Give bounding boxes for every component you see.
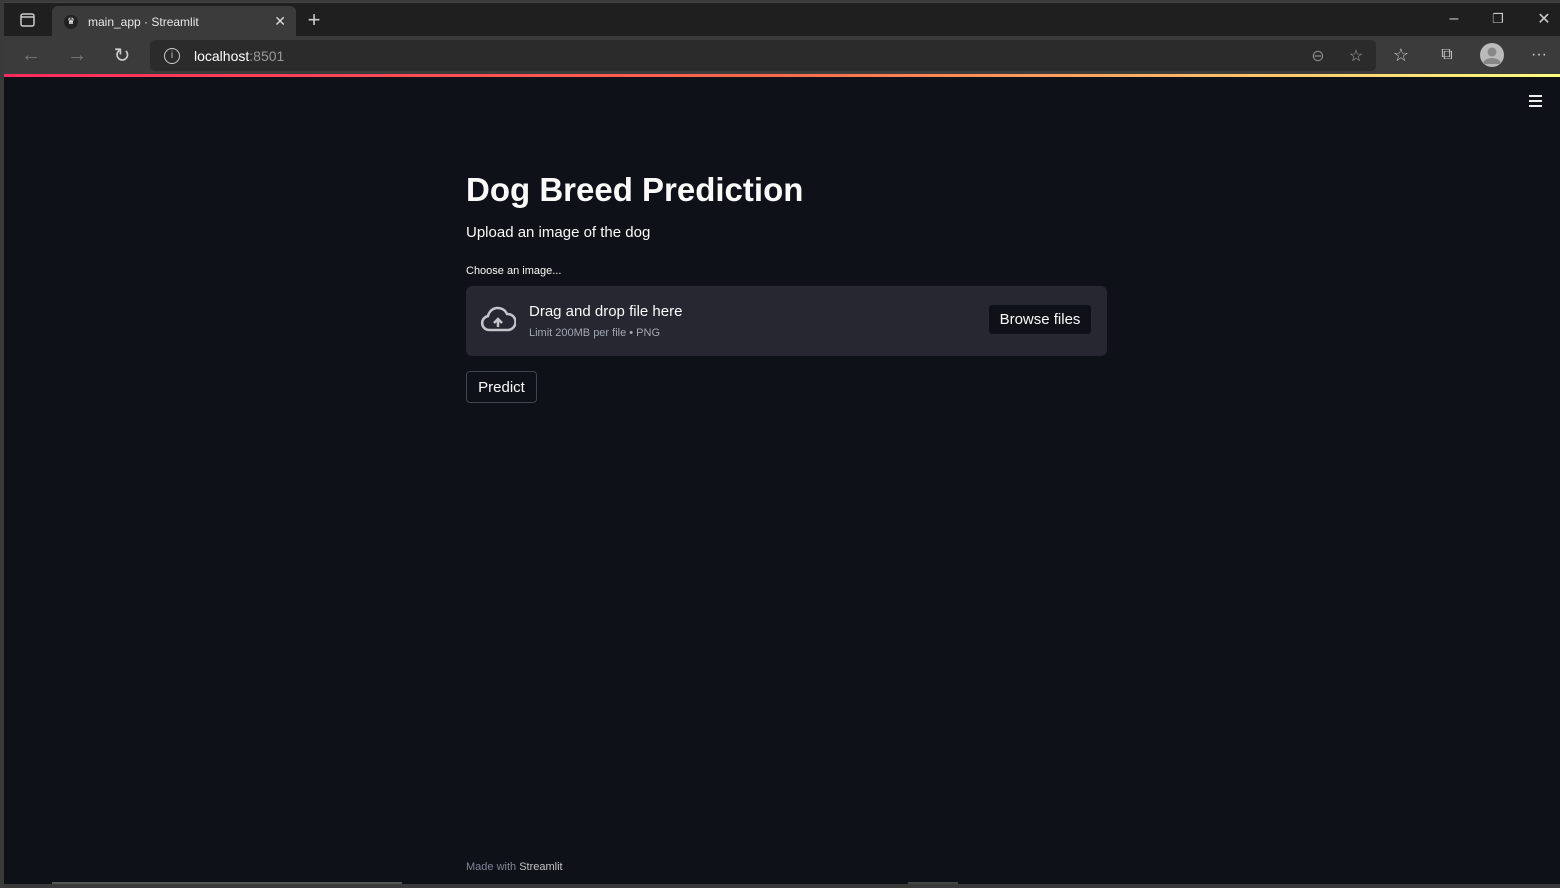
address-bar[interactable]: i localhost:8501 ⊖ ☆ <box>150 40 1376 71</box>
more-icon[interactable]: ··· <box>1528 45 1550 65</box>
footer-prefix: Made with <box>466 861 520 873</box>
upload-limit-text: Limit 200MB per file • PNG <box>529 327 661 339</box>
horizontal-scrollbar[interactable] <box>52 882 402 884</box>
url-host: localhost <box>194 47 250 64</box>
browser-toolbar: ← → ↻ i localhost:8501 ⊖ ☆ ☆ ⧉ ··· <box>4 36 1560 74</box>
close-icon[interactable]: ✕ <box>274 13 286 30</box>
back-icon[interactable]: ← <box>20 44 42 66</box>
forward-icon[interactable]: → <box>66 44 88 66</box>
browse-files-button[interactable]: Browse files <box>988 304 1092 335</box>
browser-window: ♛ main_app · Streamlit ✕ + – ❐ ✕ ← → ↻ i… <box>4 2 1560 884</box>
scrollbar-thumb[interactable] <box>908 882 958 884</box>
subtitle: Upload an image of the dog <box>466 224 651 241</box>
refresh-icon[interactable]: ↻ <box>111 44 133 67</box>
page-title: Dog Breed Prediction <box>466 171 804 208</box>
new-tab-icon[interactable]: + <box>304 7 324 32</box>
favorites-icon[interactable]: ☆ <box>1390 45 1412 65</box>
tab-title: main_app · Streamlit <box>88 14 199 29</box>
minimize-icon[interactable]: – <box>1444 9 1464 29</box>
streamlit-favicon: ♛ <box>64 14 78 29</box>
collections-icon[interactable]: ⧉ <box>1436 45 1458 65</box>
tab-bar: ♛ main_app · Streamlit ✕ + – ❐ ✕ <box>4 2 1560 37</box>
hamburger-menu-icon[interactable] <box>1529 95 1542 110</box>
url-port: :8501 <box>249 47 285 64</box>
zoom-out-icon[interactable]: ⊖ <box>1308 46 1328 66</box>
window-close-icon[interactable]: ✕ <box>1534 9 1554 29</box>
file-dropzone[interactable]: Drag and drop file here Limit 200MB per … <box>466 286 1107 356</box>
app-content: Dog Breed Prediction Upload an image of … <box>4 77 1560 884</box>
profile-icon[interactable] <box>1480 43 1504 67</box>
sidebar-toggle-icon[interactable] <box>18 11 36 29</box>
streamlit-link[interactable]: Streamlit <box>519 861 562 873</box>
info-icon[interactable]: i <box>164 47 180 64</box>
browser-tab[interactable]: ♛ main_app · Streamlit ✕ <box>52 6 296 37</box>
add-favorite-icon[interactable]: ☆ <box>1346 46 1366 66</box>
restore-icon[interactable]: ❐ <box>1488 9 1508 29</box>
footer: Made with Streamlit <box>466 861 563 873</box>
predict-button[interactable]: Predict <box>466 371 537 403</box>
uploader-label: Choose an image... <box>466 265 562 277</box>
drag-drop-text: Drag and drop file here <box>529 303 683 320</box>
upload-cloud-icon <box>480 306 517 339</box>
